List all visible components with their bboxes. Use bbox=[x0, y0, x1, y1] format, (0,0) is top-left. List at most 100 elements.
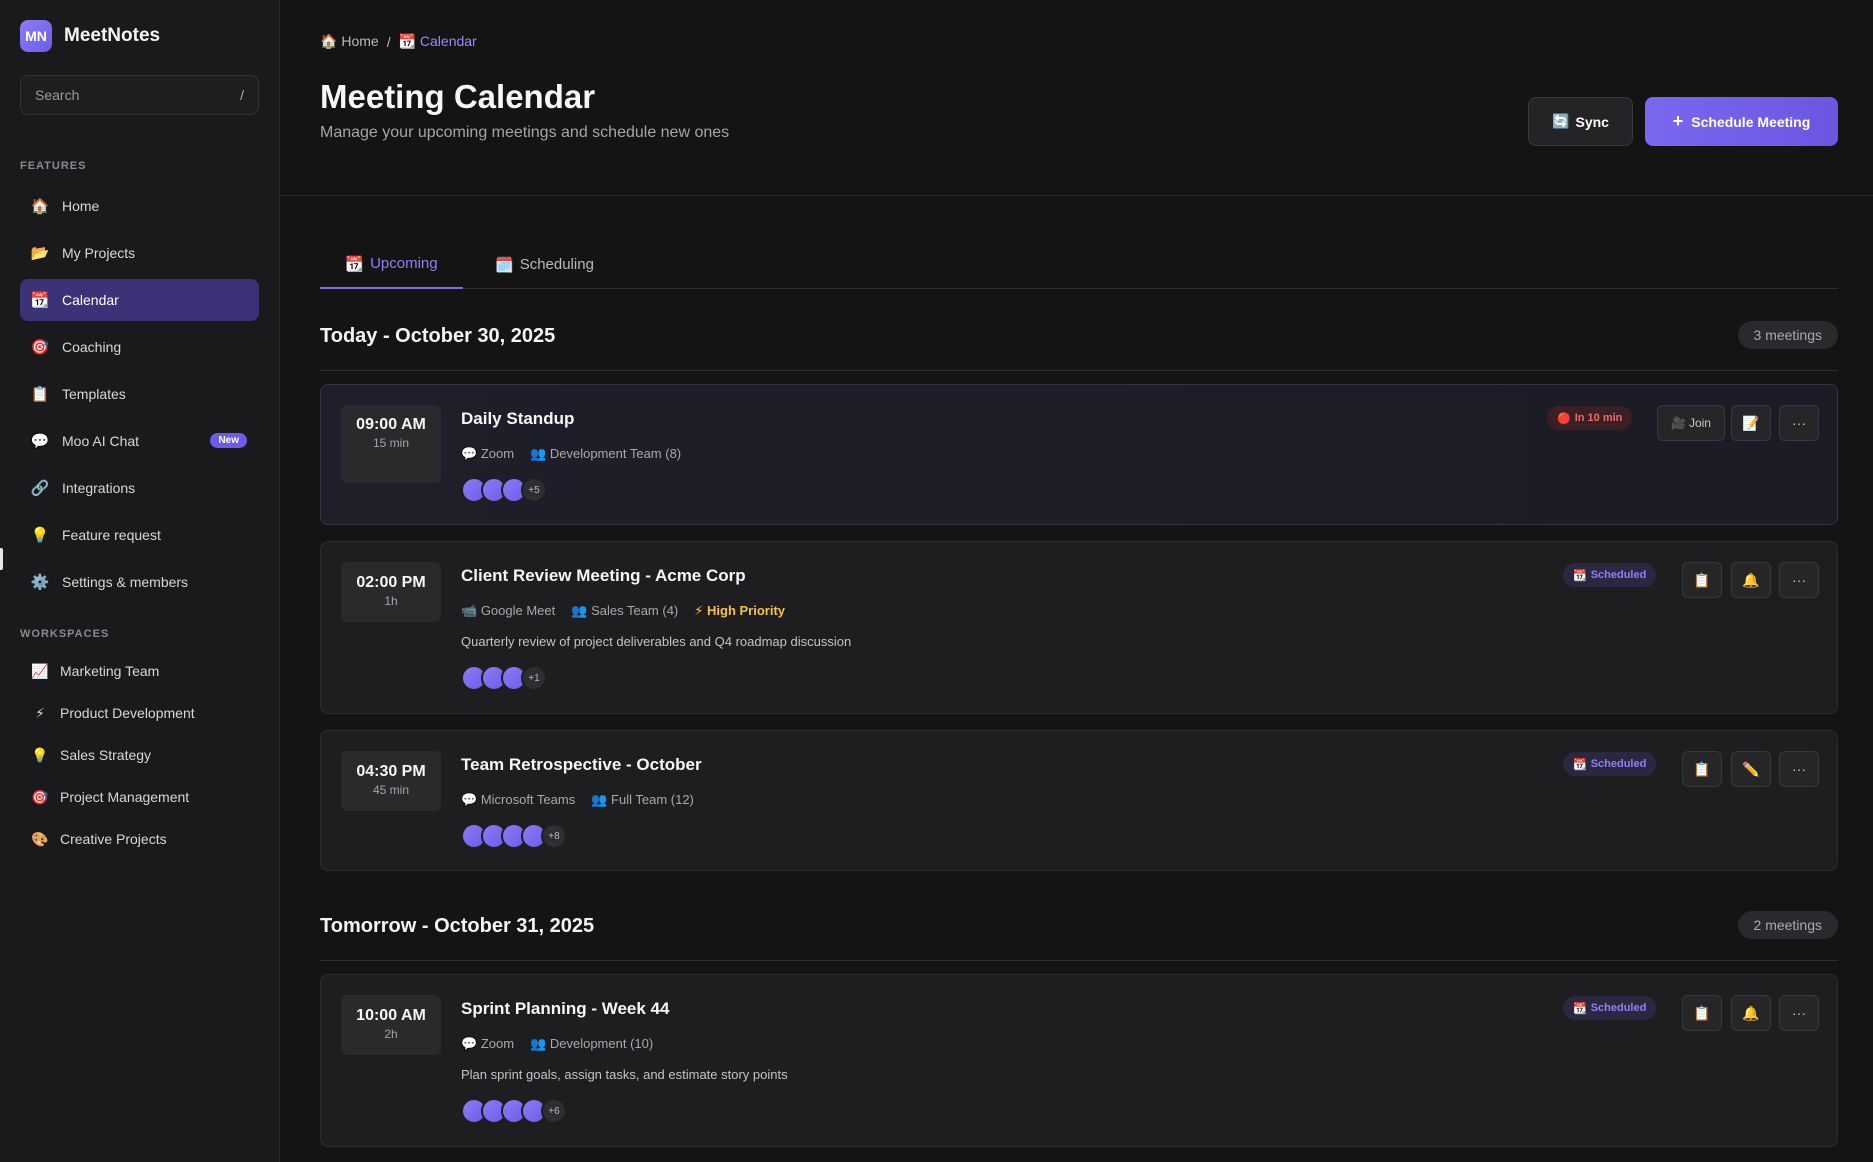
agenda-button[interactable]: 📋 bbox=[1682, 751, 1722, 787]
agenda-button[interactable]: 📋 bbox=[1682, 995, 1722, 1031]
status-badge: 📆 Scheduled bbox=[1563, 752, 1657, 776]
time-box: 09:00 AM 15 min bbox=[341, 405, 441, 483]
meeting-platform: 💬 Microsoft Teams bbox=[461, 792, 575, 808]
search-placeholder: Search bbox=[35, 87, 80, 103]
brand[interactable]: MN MeetNotes bbox=[20, 20, 160, 52]
features-nav: 🏠 Home 📂 My Projects 📆 Calendar 🎯 Coaching 📋… bbox=[20, 185, 259, 608]
people-icon: 👥 bbox=[530, 446, 547, 461]
workspace-item-project-management[interactable]: 🎯 Project Management bbox=[20, 776, 259, 818]
meeting-title[interactable]: Team Retrospective - October bbox=[461, 755, 702, 775]
attendee-avatars[interactable]: +1 bbox=[461, 665, 547, 691]
platform-label: Microsoft Teams bbox=[480, 792, 576, 807]
workspace-item-label: Creative Projects bbox=[60, 831, 167, 847]
calendar-icon: 📆 bbox=[398, 33, 417, 49]
sidebar-item-calendar[interactable]: 📆 Calendar bbox=[20, 279, 259, 321]
calendar-icon: 📆 bbox=[1573, 1002, 1587, 1015]
reminder-button[interactable]: 🔔 bbox=[1731, 995, 1771, 1031]
meeting-card[interactable]: 02:00 PM 1h Client Review Meeting - Acme… bbox=[320, 541, 1838, 714]
lightning-icon: ⚡ bbox=[694, 603, 704, 618]
more-options-button[interactable]: ··· bbox=[1779, 405, 1819, 441]
sidebar-item-settings[interactable]: ⚙️ Settings & members bbox=[20, 561, 259, 603]
schedule-meeting-button[interactable]: + Schedule Meeting bbox=[1645, 97, 1838, 146]
more-attendees: +8 bbox=[541, 823, 567, 849]
team-label: Development Team (8) bbox=[549, 446, 682, 461]
breadcrumb-home[interactable]: 🏠 Home bbox=[320, 33, 379, 50]
attendee-avatars[interactable]: +6 bbox=[461, 1098, 567, 1124]
join-label: Join bbox=[1688, 416, 1711, 430]
bell-icon: 🔔 bbox=[1742, 571, 1760, 588]
meeting-title[interactable]: Daily Standup bbox=[461, 409, 574, 429]
platform-label: Zoom bbox=[480, 1036, 515, 1051]
meeting-card[interactable]: 10:00 AM 2h Sprint Planning - Week 44 💬 … bbox=[320, 974, 1838, 1147]
meeting-team: 👥 Full Team (12) bbox=[591, 792, 694, 808]
workspace-item-product-development[interactable]: ⚡ Product Development bbox=[20, 692, 259, 734]
attendee-avatars[interactable]: +8 bbox=[461, 823, 567, 849]
meeting-title[interactable]: Sprint Planning - Week 44 bbox=[461, 999, 669, 1019]
notes-button[interactable]: 📝 bbox=[1731, 405, 1771, 441]
brand-logo: MN bbox=[20, 20, 52, 52]
sidebar-item-label: My Projects bbox=[62, 245, 136, 261]
sync-button[interactable]: 🔄 Sync bbox=[1528, 97, 1633, 146]
sidebar-item-my-projects[interactable]: 📂 My Projects bbox=[20, 232, 259, 274]
sidebar-item-home[interactable]: 🏠 Home bbox=[20, 185, 259, 227]
schedule-meeting-label: Schedule Meeting bbox=[1691, 113, 1811, 130]
sidebar-item-moo-ai-chat[interactable]: 💬 Moo AI Chat New bbox=[20, 420, 259, 462]
tabs: 📆 Upcoming 🗓️ Scheduling bbox=[320, 240, 1838, 289]
workspace-item-label: Product Development bbox=[60, 705, 195, 721]
link-icon: 🔗 bbox=[30, 480, 50, 497]
home-icon: 🏠 bbox=[320, 33, 338, 49]
more-attendees: +1 bbox=[521, 665, 547, 691]
meeting-card[interactable]: 04:30 PM 45 min Team Retrospective - Oct… bbox=[320, 730, 1838, 871]
sidebar-item-coaching[interactable]: 🎯 Coaching bbox=[20, 326, 259, 368]
more-options-button[interactable]: ··· bbox=[1779, 995, 1819, 1031]
sidebar-item-label: Calendar bbox=[62, 292, 119, 308]
tab-label: Upcoming bbox=[370, 255, 438, 272]
breadcrumb-current-label: Calendar bbox=[419, 33, 477, 49]
day-title: Today - October 30, 2025 bbox=[320, 325, 556, 347]
time-box: 02:00 PM 1h bbox=[341, 562, 441, 622]
more-options-button[interactable]: ··· bbox=[1779, 562, 1819, 598]
meeting-card[interactable]: 09:00 AM 15 min Daily Standup 💬 Zoom 👥 D… bbox=[320, 384, 1838, 525]
sidebar-item-integrations[interactable]: 🔗 Integrations bbox=[20, 467, 259, 509]
clipboard-icon: 📋 bbox=[1693, 760, 1711, 777]
team-label: Sales Team (4) bbox=[591, 603, 679, 618]
lightning-icon: ⚡ bbox=[35, 704, 45, 721]
more-attendees: +6 bbox=[541, 1098, 567, 1124]
meeting-team: 👥 Development Team (8) bbox=[530, 446, 681, 462]
workspace-item-creative-projects[interactable]: 🎨 Creative Projects bbox=[20, 818, 259, 860]
calendar-icon: 📆 bbox=[1573, 758, 1587, 771]
meeting-duration: 15 min bbox=[372, 436, 410, 450]
workspace-item-marketing-team[interactable]: 📈 Marketing Team bbox=[20, 650, 259, 692]
pencil-icon: ✏️ bbox=[1742, 760, 1760, 777]
target-icon: 🎯 bbox=[30, 339, 50, 356]
sidebar-item-feature-request[interactable]: 💡 Feature request bbox=[20, 514, 259, 556]
tab-upcoming[interactable]: 📆 Upcoming bbox=[320, 240, 463, 289]
more-options-button[interactable]: ··· bbox=[1779, 751, 1819, 787]
ellipsis-icon: ··· bbox=[1792, 1005, 1806, 1021]
join-button[interactable]: 🎥 Join bbox=[1657, 405, 1725, 441]
resize-handle[interactable] bbox=[0, 548, 3, 570]
meeting-count-badge: 3 meetings bbox=[1737, 321, 1838, 349]
attendee-avatars[interactable]: +5 bbox=[461, 477, 547, 503]
meeting-team: 👥 Development (10) bbox=[530, 1036, 653, 1052]
reminder-button[interactable]: 🔔 bbox=[1731, 562, 1771, 598]
tab-label: Scheduling bbox=[519, 256, 594, 273]
team-label: Full Team (12) bbox=[611, 792, 694, 807]
meeting-time: 02:00 PM bbox=[356, 574, 426, 591]
sidebar-item-label: Integrations bbox=[62, 480, 136, 496]
tab-scheduling[interactable]: 🗓️ Scheduling bbox=[495, 240, 594, 289]
status-badge: 📆 Scheduled bbox=[1563, 563, 1657, 587]
chat-icon: 💬 bbox=[30, 433, 50, 450]
status-label: In 10 min bbox=[1574, 412, 1623, 424]
search-input[interactable]: Search / bbox=[20, 75, 259, 115]
people-icon: 👥 bbox=[571, 603, 588, 618]
meeting-title[interactable]: Client Review Meeting - Acme Corp bbox=[461, 566, 746, 586]
page-title: Meeting Calendar bbox=[320, 78, 596, 115]
brand-name: MeetNotes bbox=[64, 25, 161, 46]
workspace-item-sales-strategy[interactable]: 💡 Sales Strategy bbox=[20, 734, 259, 776]
gear-icon: ⚙️ bbox=[30, 574, 50, 591]
edit-button[interactable]: ✏️ bbox=[1731, 751, 1771, 787]
features-section-label: FEATURES bbox=[20, 160, 87, 172]
agenda-button[interactable]: 📋 bbox=[1682, 562, 1722, 598]
sidebar-item-templates[interactable]: 📋 Templates bbox=[20, 373, 259, 415]
